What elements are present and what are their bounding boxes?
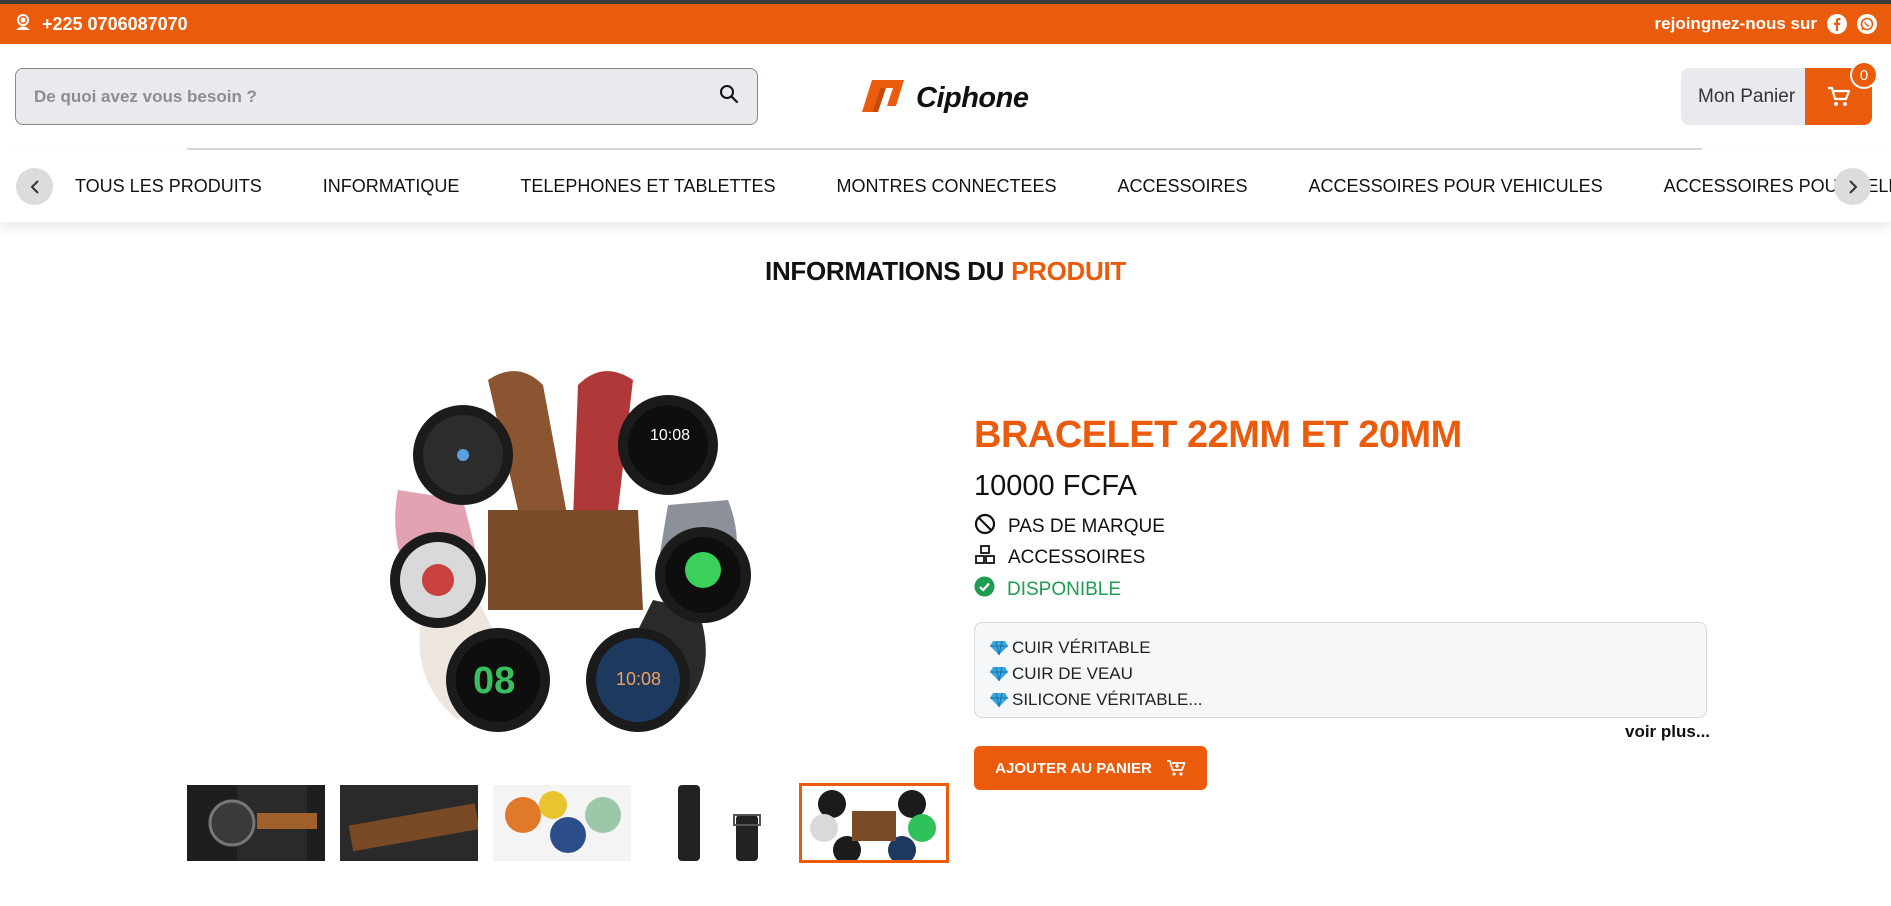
category-item[interactable]: ACCESSOIRES <box>1118 176 1248 197</box>
svg-text:10:08: 10:08 <box>650 427 690 444</box>
category-item[interactable]: MONTRES CONNECTEES <box>836 176 1056 197</box>
facebook-icon[interactable] <box>1827 14 1847 34</box>
cart-label: Mon Panier <box>1698 85 1796 107</box>
no-brand-icon <box>974 513 996 541</box>
product-availability: DISPONIBLE <box>974 576 1121 603</box>
svg-text:08: 08 <box>473 660 515 702</box>
availability-text: DISPONIBLE <box>1007 578 1122 600</box>
contact-phone[interactable]: +225 0706087070 <box>14 13 188 36</box>
category-item[interactable]: TOUS LES PRODUITS <box>75 176 262 197</box>
cart-count-badge: 0 <box>1850 61 1878 89</box>
feature-item: SILICONE VÉRITABLE... <box>989 687 1692 713</box>
nav-next-button[interactable] <box>1834 168 1871 205</box>
page-title: INFORMATIONS DU PRODUIT <box>0 256 1891 287</box>
feature-item: CUIR VÉRITABLE <box>989 635 1692 661</box>
category-item[interactable]: TELEPHONES ET TABLETTES <box>520 176 775 197</box>
category-item[interactable]: ACCESSOIRES POUR VEHICULES <box>1309 176 1603 197</box>
cart-add-icon <box>1166 760 1186 776</box>
feature-item: CUIR DE VEAU <box>989 661 1692 687</box>
diamond-icon <box>990 692 1008 708</box>
thumbnail-1[interactable] <box>187 785 325 861</box>
phone-number: +225 0706087070 <box>42 13 188 34</box>
social-label: rejoingnez-nous sur <box>1654 14 1817 33</box>
add-to-cart-button[interactable]: AJOUTER AU PANIER <box>974 746 1207 790</box>
add-to-cart-label: AJOUTER AU PANIER <box>995 759 1152 777</box>
chevron-left-icon <box>30 179 39 194</box>
site-logo[interactable]: Ciphone <box>860 78 1029 119</box>
thumbnail-4[interactable] <box>646 785 784 861</box>
logo-mark-icon <box>860 78 910 119</box>
feature-text: CUIR VÉRITABLE <box>1012 638 1151 657</box>
nav-prev-button[interactable] <box>16 168 53 205</box>
feature-text: SILICONE VÉRITABLE... <box>1012 690 1203 709</box>
product-category: ACCESSOIRES <box>974 545 1145 571</box>
logo-text: Ciphone <box>916 82 1029 114</box>
page-title-main: INFORMATIONS DU <box>765 256 1005 286</box>
feature-text: CUIR DE VEAU <box>1012 664 1133 683</box>
product-main-image[interactable]: 10:08 08 10:08 <box>368 360 762 738</box>
diamond-icon <box>990 640 1008 656</box>
product-features: CUIR VÉRITABLE CUIR DE VEAU SILICONE VÉR… <box>974 622 1707 718</box>
chevron-right-icon <box>1848 179 1857 194</box>
category-text[interactable]: ACCESSOIRES <box>1008 547 1145 569</box>
whatsapp-icon[interactable] <box>1857 14 1877 34</box>
see-more-link[interactable]: voir plus... <box>1625 722 1710 742</box>
product-thumbnails <box>187 783 949 863</box>
thumbnail-5-selected[interactable] <box>799 783 949 863</box>
category-nav: TOUS LES PRODUITS INFORMATIQUE TELEPHONE… <box>0 150 1891 222</box>
check-circle-icon <box>974 576 995 603</box>
diamond-icon <box>990 666 1008 682</box>
thumbnail-2[interactable] <box>340 785 478 861</box>
product-brand: PAS DE MARQUE <box>974 513 1165 541</box>
category-list: TOUS LES PRODUITS INFORMATIQUE TELEPHONE… <box>75 150 1891 222</box>
svg-text:10:08: 10:08 <box>616 669 661 689</box>
brand-text: PAS DE MARQUE <box>1008 516 1165 537</box>
support-agent-icon <box>14 13 32 36</box>
cart-icon <box>1827 86 1850 106</box>
top-bar: +225 0706087070 rejoingnez-nous sur <box>0 0 1891 44</box>
search-input[interactable] <box>34 86 719 107</box>
header: Ciphone Mon Panier 0 <box>0 44 1891 150</box>
page-title-accent: PRODUIT <box>1011 256 1126 286</box>
product-price: 10000 FCFA <box>974 470 1137 502</box>
category-item[interactable]: INFORMATIQUE <box>323 176 460 197</box>
boxes-icon <box>974 545 996 571</box>
cart-button[interactable]: Mon Panier 0 <box>1681 61 1878 125</box>
product-name: BRACELET 22MM ET 20MM <box>974 414 1462 456</box>
search-bar[interactable] <box>15 68 758 125</box>
thumbnail-3[interactable] <box>493 785 631 861</box>
search-icon[interactable] <box>719 84 739 109</box>
